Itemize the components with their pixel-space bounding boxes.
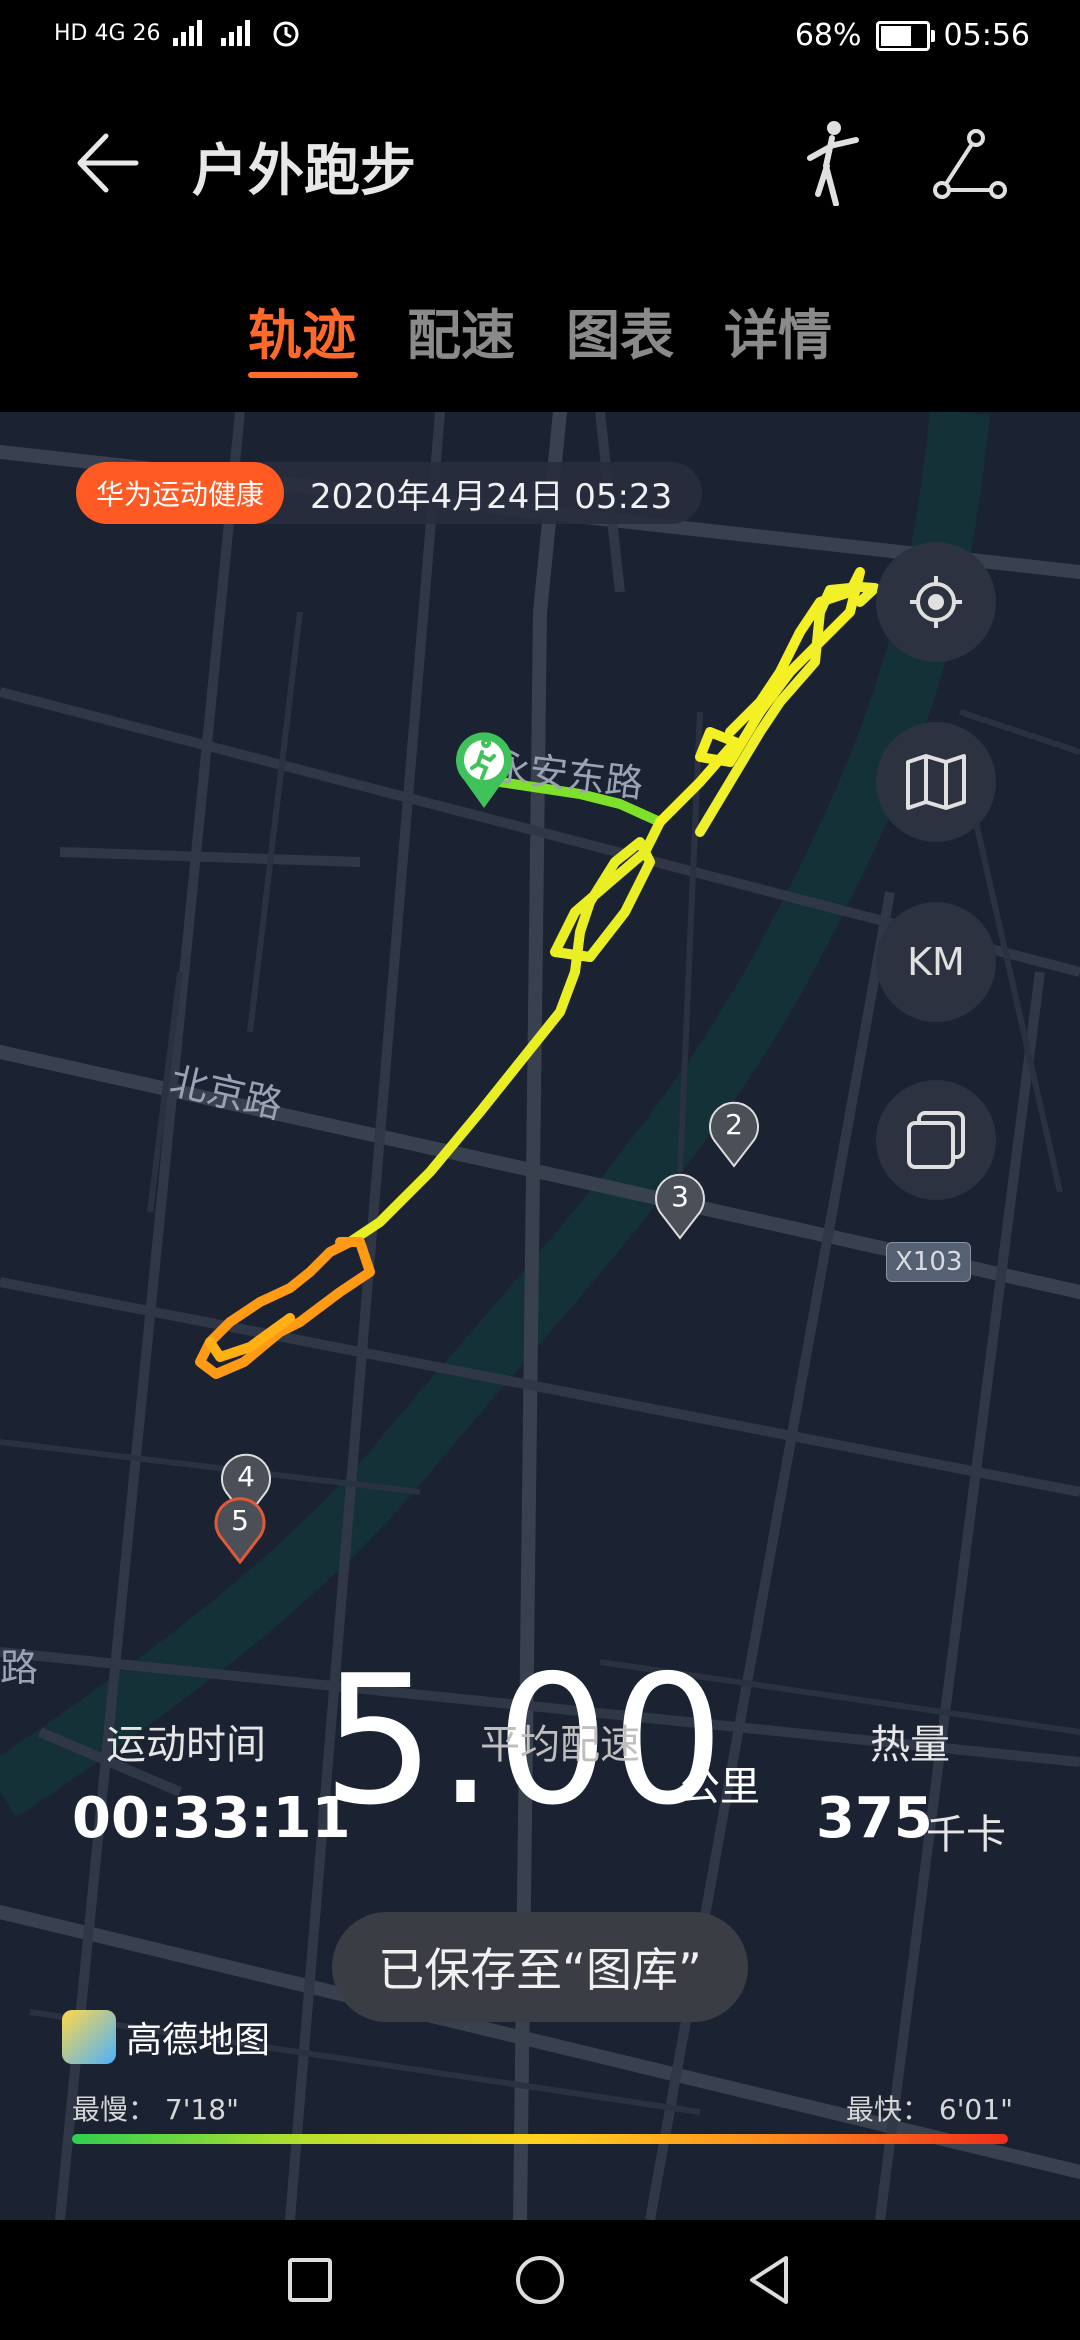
route-share-icon[interactable] xyxy=(932,128,1008,204)
tab-pace[interactable]: 配速 xyxy=(407,291,515,370)
tab-charts[interactable]: 图表 xyxy=(566,291,674,370)
tab-track[interactable]: 轨迹 xyxy=(248,291,356,370)
road-tag: X103 xyxy=(886,1242,972,1282)
km-marker-label: 4 xyxy=(237,1460,255,1493)
pace-color-scale xyxy=(72,2134,1008,2144)
time-value: 00:33:11 xyxy=(72,1786,351,1851)
pace-fastest-label: 最快： xyxy=(846,2093,931,2126)
source-date-chip: 华为运动健康 2020年4月24日 05:23 xyxy=(76,462,703,524)
km-marker: 3 xyxy=(652,1170,708,1240)
km-marker-label: 5 xyxy=(231,1504,249,1537)
page-title: 户外跑步 xyxy=(192,139,416,204)
back-triangle-icon[interactable] xyxy=(738,2248,802,2312)
time-label: 运动时间 xyxy=(106,1722,266,1768)
km-marker: 2 xyxy=(706,1098,762,1168)
calorie-unit: 千卡 xyxy=(926,1812,1006,1858)
km-marker-label: 3 xyxy=(671,1180,689,1213)
amap-label: 高德地图 xyxy=(126,2020,271,2061)
unit-km-button[interactable]: KM xyxy=(876,902,996,1022)
system-nav-bar xyxy=(0,2220,1080,2340)
saved-toast: 已保存至“图库” xyxy=(332,1912,748,2022)
calorie-value: 375 xyxy=(816,1786,933,1851)
amap-logo: 高德地图 xyxy=(62,2010,270,2064)
locate-icon xyxy=(910,576,962,628)
alarm-icon xyxy=(273,21,299,47)
tab-bar: 轨迹 配速 图表 详情 xyxy=(0,291,1080,391)
amap-icon xyxy=(62,2010,116,2064)
workout-date: 2020年4月24日 05:23 xyxy=(310,476,673,517)
road-label-edge: 路 xyxy=(0,1646,39,1690)
map-icon xyxy=(906,754,966,810)
signal-icon: HD 4G 26 xyxy=(54,20,161,46)
overlay-toggle-button[interactable] xyxy=(876,1080,996,1200)
pace-fastest: 最快： 6'01" xyxy=(846,2088,1013,2128)
route-map[interactable]: 华为运动健康 2020年4月24日 05:23 永安东路 北京路 路 X103 … xyxy=(0,412,1080,2220)
layers-icon xyxy=(907,1111,965,1169)
tab-indicator xyxy=(248,372,358,378)
pace-slowest-label: 最慢： xyxy=(72,2093,157,2126)
status-bar: HD 4G 26 68% 05:56 xyxy=(0,0,1080,76)
locate-button[interactable] xyxy=(876,542,996,662)
signal-indicators: HD 4G 26 xyxy=(54,18,301,48)
back-arrow-icon[interactable] xyxy=(72,128,142,198)
recents-square-icon[interactable] xyxy=(278,2248,342,2312)
pace-fastest-value: 6'01" xyxy=(938,2093,1013,2126)
runner-pose-icon[interactable] xyxy=(800,118,862,206)
distance-unit: 公里 xyxy=(680,1764,760,1810)
pace-label: 平均配速 xyxy=(480,1722,640,1768)
pace-slowest-value: 7'18" xyxy=(164,2093,239,2126)
battery-icon xyxy=(875,20,935,51)
start-marker-icon xyxy=(456,732,512,808)
signal-bars-icon xyxy=(172,20,250,46)
status-right: 68% 05:56 xyxy=(795,18,1030,53)
tab-details[interactable]: 详情 xyxy=(724,291,832,370)
km-marker-end: 5 xyxy=(212,1494,268,1565)
battery-percent: 68% xyxy=(794,18,862,53)
app-header: 户外跑步 轨迹 配速 图表 详情 xyxy=(0,76,1080,412)
clock: 05:56 xyxy=(943,18,1030,53)
home-circle-icon[interactable] xyxy=(508,2248,572,2312)
map-layer-button[interactable] xyxy=(876,722,996,842)
pace-slowest: 最慢： 7'18" xyxy=(72,2088,239,2128)
km-marker-label: 2 xyxy=(725,1108,743,1141)
source-badge: 华为运动健康 xyxy=(76,462,285,524)
calorie-label: 热量 xyxy=(870,1722,950,1768)
unit-km-label: KM xyxy=(907,940,965,984)
